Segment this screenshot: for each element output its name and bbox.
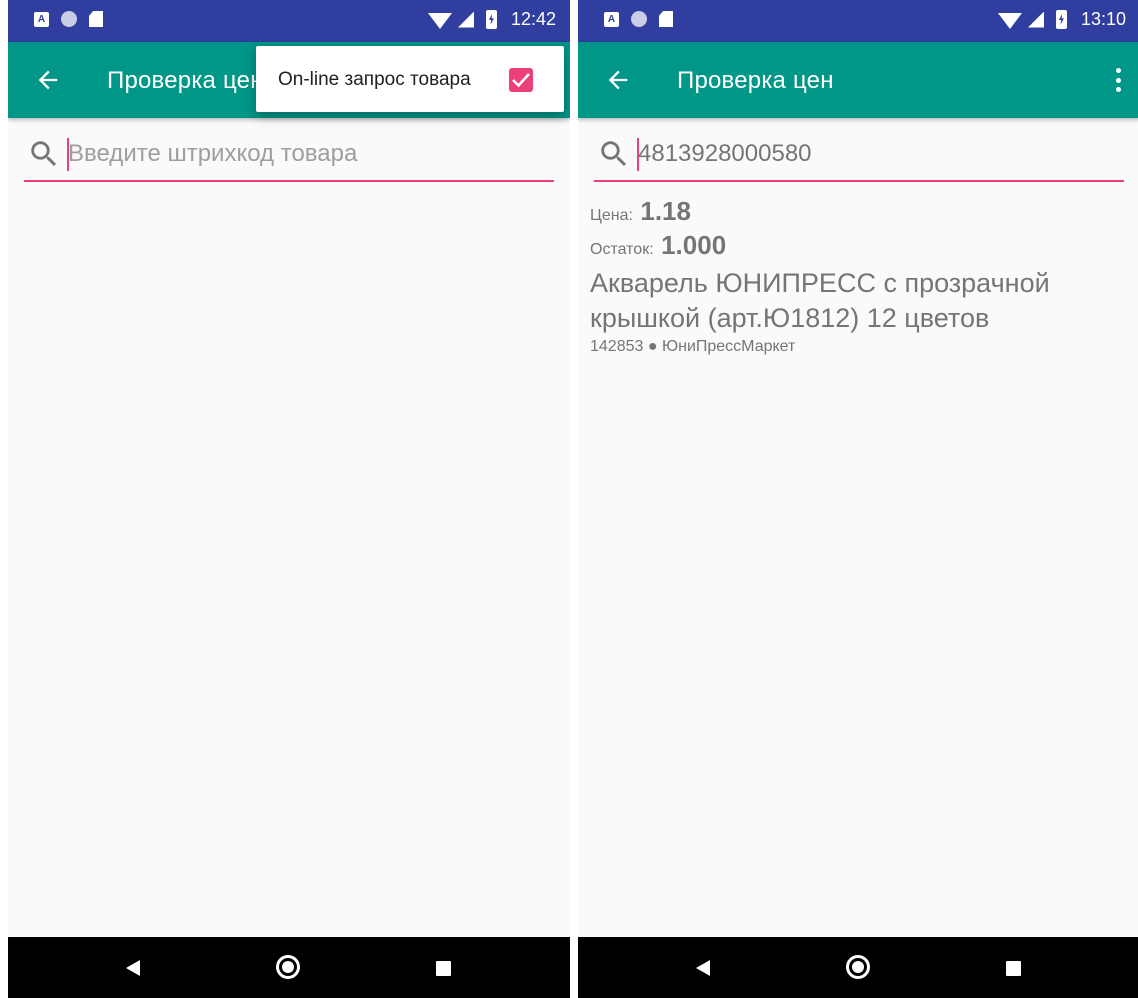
product-result: Цена: 1.18 Остаток: 1.000 Акварель ЮНИПР…	[590, 196, 1110, 356]
cell-signal-icon	[457, 11, 474, 28]
product-meta: 142853 ● ЮниПрессМаркет	[590, 338, 796, 355]
navigation-bar	[8, 937, 570, 998]
more-vert-icon[interactable]	[1116, 68, 1122, 92]
overflow-popup-menu: On-line запрос товара	[256, 46, 564, 112]
arrow-left-icon[interactable]	[604, 66, 632, 94]
status-bar: A 13:10	[578, 0, 1138, 42]
status-bar: A 12:42	[8, 0, 570, 42]
phone-screen-left: A 12:42 Проверка цен On-line запрос това…	[8, 0, 570, 998]
nav-back-icon[interactable]	[696, 960, 710, 976]
sd-card-icon	[659, 11, 673, 27]
barcode-search-field[interactable]	[594, 126, 1124, 182]
online-request-checkbox[interactable]	[509, 68, 533, 92]
status-time: 12:42	[510, 9, 556, 29]
barcode-input[interactable]	[68, 136, 538, 172]
battery-charging-icon	[485, 10, 497, 29]
nav-home-icon[interactable]	[846, 955, 870, 979]
stock-row: Остаток: 1.000	[590, 230, 1110, 266]
wifi-icon	[427, 12, 452, 29]
online-request-menu-item[interactable]: On-line запрос товара	[278, 69, 471, 91]
navigation-bar	[578, 937, 1138, 998]
barcode-input[interactable]	[638, 136, 1108, 172]
notification-a-icon: A	[604, 11, 619, 27]
wifi-icon	[997, 12, 1022, 29]
notification-a-icon: A	[34, 11, 49, 27]
notification-circle-icon	[61, 11, 77, 27]
stock-value: 1.000	[661, 230, 727, 260]
stock-label: Остаток:	[590, 241, 654, 258]
nav-recents-icon[interactable]	[436, 961, 451, 976]
price-label: Цена:	[590, 207, 633, 224]
price-value: 1.18	[640, 196, 691, 226]
barcode-search-field[interactable]	[24, 126, 554, 182]
nav-recents-icon[interactable]	[1006, 961, 1021, 976]
status-time: 13:10	[1080, 9, 1126, 29]
page-title: Проверка цен	[677, 67, 834, 94]
check-icon	[512, 73, 530, 88]
phone-screen-right: A 13:10 Проверка цен Цена: 1.18 Остат	[578, 0, 1138, 998]
cell-signal-icon	[1027, 11, 1044, 28]
battery-charging-icon	[1055, 10, 1067, 29]
sd-card-icon	[89, 11, 103, 27]
arrow-left-icon[interactable]	[34, 66, 62, 94]
app-bar: Проверка цен	[578, 42, 1138, 118]
notification-circle-icon	[631, 11, 647, 27]
product-name: Акварель ЮНИПРЕСС с прозрачной крышкой (…	[590, 268, 1050, 333]
search-icon	[31, 141, 57, 167]
nav-back-icon[interactable]	[126, 960, 140, 976]
page-title: Проверка цен	[107, 67, 264, 94]
nav-home-icon[interactable]	[276, 955, 300, 979]
search-icon	[601, 141, 627, 167]
price-row: Цена: 1.18	[590, 196, 1110, 230]
